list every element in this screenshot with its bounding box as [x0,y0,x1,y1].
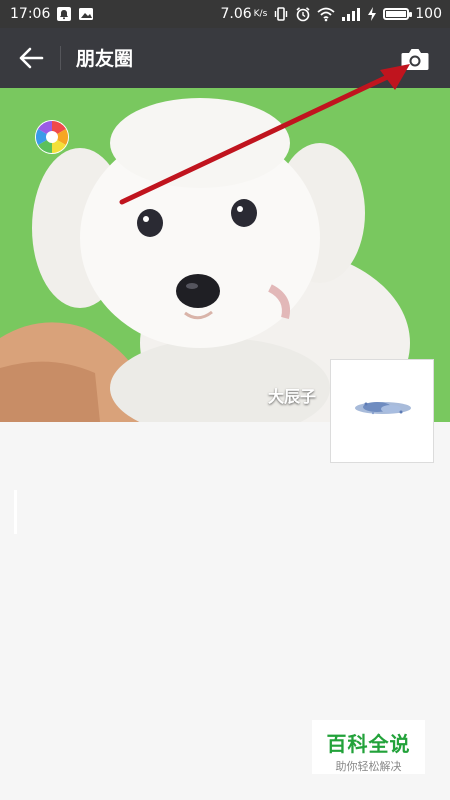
wifi-icon [317,7,335,22]
status-bar-right: 7.06 K/s 100 [220,6,442,22]
status-bar-left: 17:06 [10,6,94,22]
avatar[interactable] [330,359,434,463]
watermark-badge: 百科全说 助你轻松解决 [312,720,425,774]
camera-icon[interactable] [400,46,430,72]
alarm-icon [296,7,310,22]
aperture-icon [35,120,69,154]
vibrate-icon [275,7,288,21]
page-title: 朋友圈 [76,48,134,70]
battery-icon [383,8,413,20]
battery-percent: 100 [415,6,442,22]
status-time: 17:06 [10,6,51,22]
notification-bell-icon [57,7,72,21]
avatar-image [331,360,433,462]
title-divider [60,46,61,70]
network-speed: 7.06 [220,6,252,22]
watermark-subtitle: 助你轻松解决 [335,760,402,773]
battery-level [386,11,407,17]
profile-username[interactable]: 大辰子 [268,383,316,407]
watermark-title: 百科全说 [326,732,411,756]
network-speed-unit: K/s [253,9,268,19]
signal-icon [342,8,361,21]
title-bar: 朋友圈 [0,28,450,88]
back-button[interactable] [18,46,44,70]
image-message-icon [79,8,94,20]
charging-icon [368,7,377,21]
feed-edge-mark [14,490,17,534]
status-bar: 17:06 7.06 K/s 100 [0,0,450,28]
